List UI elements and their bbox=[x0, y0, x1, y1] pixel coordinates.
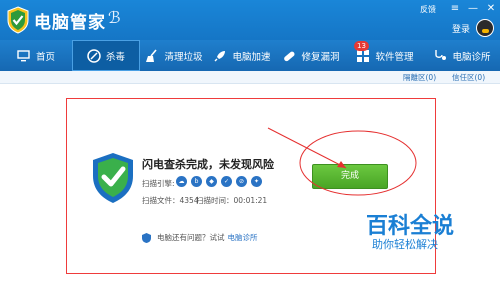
monitor-icon bbox=[17, 49, 31, 63]
brand-mark-icon: ℬ bbox=[108, 8, 121, 27]
stethoscope-icon bbox=[433, 49, 447, 63]
feedback-link[interactable]: 反馈 bbox=[420, 4, 436, 15]
app-logo-icon bbox=[7, 6, 29, 34]
minimize-button[interactable]: — bbox=[464, 1, 482, 17]
engine-b-icon: b bbox=[191, 176, 202, 187]
tab-label: 电脑诊所 bbox=[452, 51, 491, 63]
tab-home[interactable]: 首页 bbox=[0, 40, 72, 71]
engine-ban-icon: ⊘ bbox=[236, 176, 247, 187]
tab-clinic[interactable]: 电脑诊所 bbox=[424, 40, 500, 71]
tab-repair[interactable]: 修复漏洞 bbox=[276, 40, 346, 71]
tab-label: 清理垃圾 bbox=[164, 51, 203, 63]
tab-clean[interactable]: 清理垃圾 bbox=[140, 40, 208, 71]
scan-result-title: 闪电查杀完成，未发现风险 bbox=[142, 158, 274, 171]
watermark-subtitle: 助你轻松解决 bbox=[372, 238, 438, 251]
tab-label: 修复漏洞 bbox=[301, 51, 340, 63]
update-count-badge: 13 bbox=[354, 41, 369, 51]
app-title: 电脑管家 bbox=[34, 13, 106, 33]
bandage-icon bbox=[282, 49, 296, 63]
clinic-link[interactable]: 电脑诊所 bbox=[228, 232, 258, 243]
login-link[interactable]: 登录 bbox=[452, 22, 470, 35]
tab-antivirus[interactable]: 杀毒 bbox=[72, 40, 140, 71]
quarantine-link[interactable]: 隔離区(0) bbox=[403, 72, 436, 83]
help-line: 电脑还有问题？试试 电脑诊所 bbox=[142, 232, 258, 243]
tab-label: 首页 bbox=[35, 51, 55, 63]
finish-button[interactable]: 完成 bbox=[312, 164, 388, 189]
tab-software[interactable]: 13 软件管理 bbox=[346, 40, 424, 71]
window-controls: 反馈 ≡ — ✕ bbox=[420, 0, 500, 18]
engine-cloud-icon: ☁ bbox=[176, 176, 187, 187]
sub-toolbar: 隔離区(0) 信任区(0) bbox=[0, 71, 500, 84]
broom-icon bbox=[145, 48, 159, 63]
kill-virus-icon bbox=[87, 48, 101, 63]
trust-link[interactable]: 信任区(0) bbox=[452, 72, 485, 83]
tab-label: 电脑加速 bbox=[232, 51, 271, 63]
engine-wrench-icon: ✦ bbox=[251, 176, 262, 187]
scan-time: 扫描时间：00:01:21 bbox=[196, 196, 268, 205]
safe-shield-icon bbox=[93, 153, 133, 203]
help-prefix: 电脑还有问题？试试 bbox=[157, 233, 225, 242]
tab-label: 杀毒 bbox=[105, 51, 125, 63]
engine-icons: ☁ b ◆ ✓ ⊘ ✦ bbox=[176, 176, 266, 187]
engine-check-icon: ✓ bbox=[221, 176, 232, 187]
avatar[interactable] bbox=[476, 19, 494, 37]
info-shield-icon bbox=[142, 232, 151, 243]
scanned-files: 扫描文件：4354 bbox=[142, 196, 199, 205]
main-tabs: 首页 杀毒 清理垃圾 电脑加速 修复漏洞 13 软件管理 电脑诊所 bbox=[0, 40, 500, 71]
menu-icon[interactable]: ≡ bbox=[446, 1, 464, 17]
tab-speedup[interactable]: 电脑加速 bbox=[208, 40, 276, 71]
title-bar: 电脑管家 ℬ 反馈 ≡ — ✕ 登录 bbox=[0, 0, 500, 40]
engine-label: 扫描引擎: bbox=[142, 179, 175, 188]
close-button[interactable]: ✕ bbox=[482, 1, 500, 17]
engine-shield-icon: ◆ bbox=[206, 176, 217, 187]
tab-label: 软件管理 bbox=[375, 51, 414, 63]
rocket-icon bbox=[213, 49, 227, 63]
